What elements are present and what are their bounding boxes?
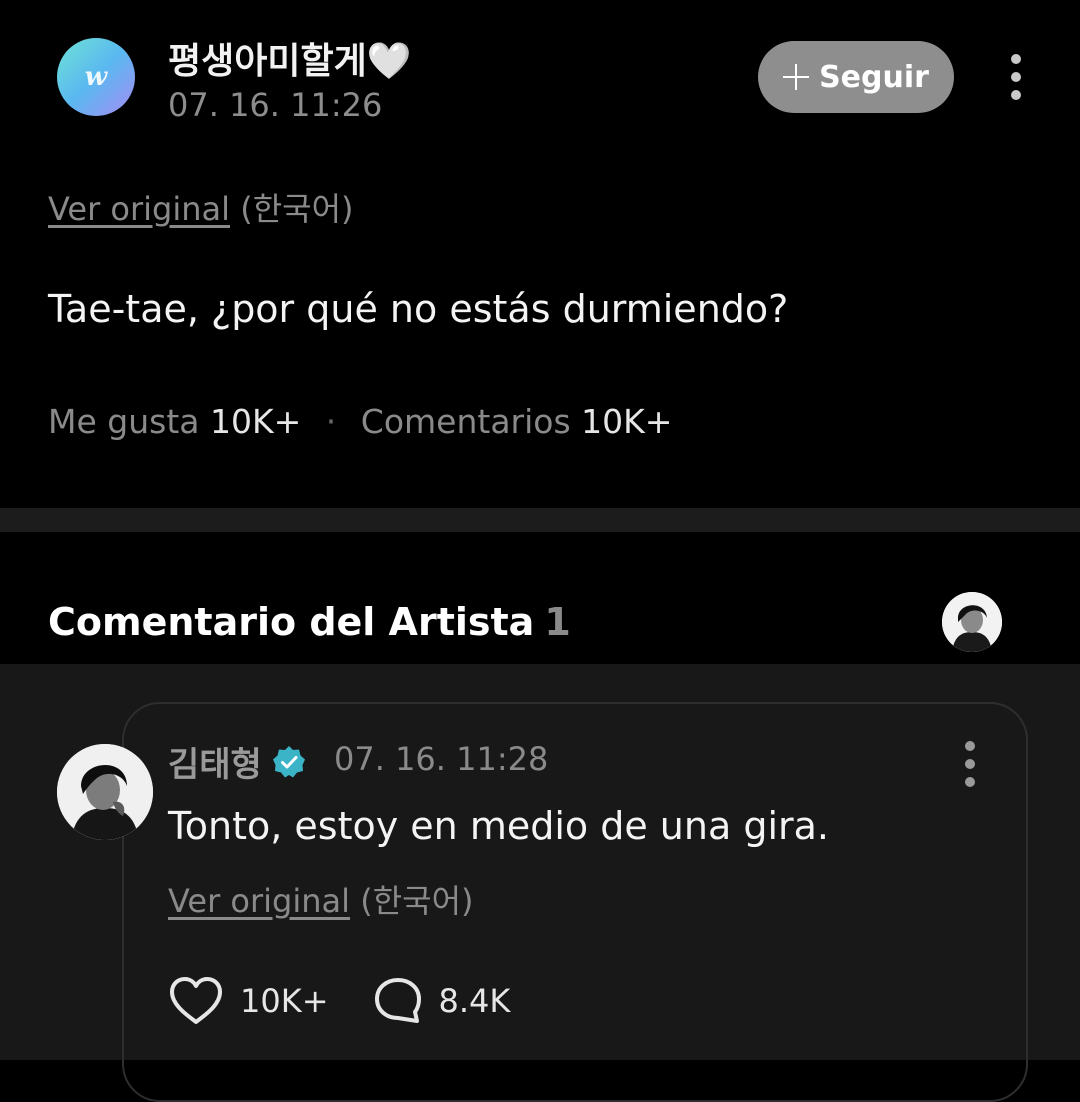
comment-actions: 10K+ 8.4K xyxy=(168,976,510,1026)
comment-like-count: 10K+ xyxy=(240,982,329,1020)
likes-label[interactable]: Me gusta xyxy=(48,402,199,441)
artist-portrait-icon xyxy=(57,744,153,840)
comment-body: Tonto, estoy en medio de una gira. xyxy=(168,804,830,848)
comments-label[interactable]: Comentarios xyxy=(361,402,571,441)
comment-more-options-icon[interactable] xyxy=(964,741,976,787)
follow-label: Seguir xyxy=(819,59,929,95)
speech-bubble-icon xyxy=(374,978,421,1023)
comment-author-name[interactable]: 김태형 xyxy=(168,737,262,786)
comment-timestamp: 07. 16. 11:28 xyxy=(334,740,549,778)
more-options-icon[interactable] xyxy=(1010,54,1022,100)
comment-translation-row: Ver original (한국어) xyxy=(168,876,474,922)
heart-icon xyxy=(170,977,222,1024)
likes-count[interactable]: 10K+ xyxy=(210,402,301,441)
post-body: Tae-tae, ¿por qué no estás durmiendo? xyxy=(48,287,789,331)
translation-row: Ver original (한국어) xyxy=(48,184,354,230)
avatar-letter: w xyxy=(84,62,108,92)
verified-badge-icon xyxy=(272,745,305,777)
comment-reply-button[interactable]: 8.4K xyxy=(373,976,511,1026)
post-stats: Me gusta 10K+ · Comentarios 10K+ xyxy=(48,402,672,441)
post-timestamp: 07. 16. 11:26 xyxy=(168,86,383,124)
artist-portrait-icon xyxy=(942,592,1002,652)
artist-avatar[interactable] xyxy=(57,744,153,840)
artist-comment-section-title: Comentario del Artista 1 xyxy=(48,600,571,644)
comment-like-button[interactable]: 10K+ xyxy=(168,976,329,1026)
section-count: 1 xyxy=(544,600,571,644)
section-title-text: Comentario del Artista xyxy=(48,600,535,644)
comment-original-language: (한국어) xyxy=(360,882,474,920)
stats-separator: · xyxy=(325,402,337,441)
view-original-link[interactable]: Ver original xyxy=(48,190,230,228)
comments-count[interactable]: 10K+ xyxy=(581,402,672,441)
follow-button[interactable]: Seguir xyxy=(758,41,954,113)
original-language: (한국어) xyxy=(240,190,354,228)
comment-reply-count: 8.4K xyxy=(438,982,511,1020)
comment-view-original-link[interactable]: Ver original xyxy=(168,882,350,920)
section-divider xyxy=(0,508,1080,532)
author-name[interactable]: 평생아미할게🤍 xyxy=(168,32,412,84)
artist-mini-avatar[interactable] xyxy=(942,592,1002,652)
comment-author-row: 김태형 xyxy=(168,737,306,786)
author-avatar[interactable]: w xyxy=(57,38,135,116)
plus-icon xyxy=(783,64,810,90)
